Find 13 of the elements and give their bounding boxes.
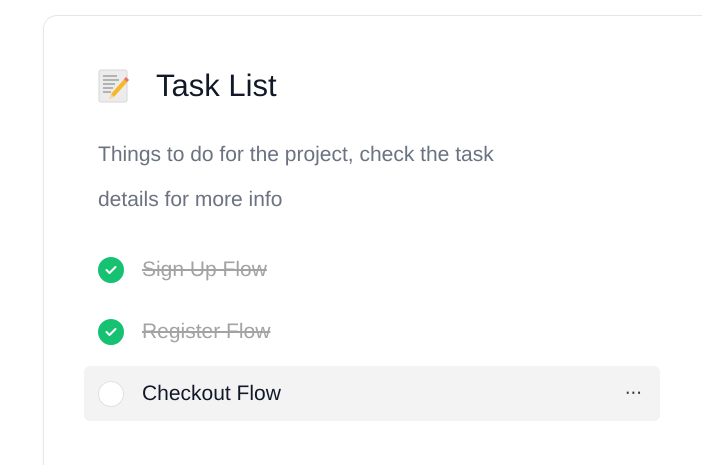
- task-row[interactable]: Checkout Flow ···: [84, 366, 660, 421]
- checkbox[interactable]: [98, 380, 124, 406]
- more-button[interactable]: ···: [620, 383, 646, 404]
- task-label: Register Flow: [142, 320, 270, 344]
- check-icon: [105, 264, 117, 274]
- checked-checkbox[interactable]: [98, 256, 124, 282]
- task-label: Sign Up Flow: [142, 258, 267, 282]
- check-icon: [105, 326, 117, 336]
- memo-icon: [98, 69, 130, 103]
- task-label: Checkout Flow: [142, 382, 281, 406]
- card-title: Task List: [156, 68, 277, 104]
- checked-checkbox[interactable]: [98, 318, 124, 344]
- card-description: Things to do for the project, check the task details for more info: [98, 142, 495, 213]
